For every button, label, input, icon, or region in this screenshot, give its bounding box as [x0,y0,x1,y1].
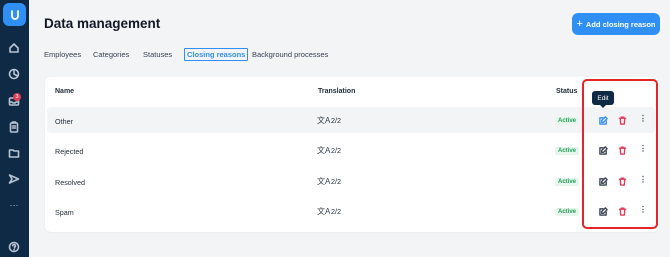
notification-badge: 3 [13,93,21,101]
tab-categories[interactable]: Categories [93,48,129,61]
status-badge: Active [555,117,580,125]
highlight-annotation [582,79,658,229]
tab-background-processes[interactable]: Background processes [252,48,328,61]
translate-icon: 文A [317,177,331,186]
column-header-name: Name [55,88,75,95]
send-icon[interactable] [7,172,21,186]
row-name: Other [55,117,73,126]
row-translation: 2/2 [331,146,341,155]
table-row[interactable]: Resolved 文A 2/2 Active ⋮ [47,168,655,194]
status-badge: Active [555,147,580,155]
add-button-label: Add closing reason [585,19,656,29]
table-row[interactable]: Other 文A 2/2 Active ⋮ [47,107,655,133]
tab-closing-reasons[interactable]: Closing reasons [184,48,249,61]
table-row[interactable]: Rejected 文A 2/2 Active ⋮ [47,137,655,163]
translate-icon: 文A [317,116,331,125]
status-badge: Active [555,178,580,186]
plus-icon: + [576,17,583,30]
folder-icon[interactable] [7,146,21,160]
logo-icon [10,9,19,20]
add-closing-reason-button[interactable]: + Add closing reason [572,13,660,35]
app-logo[interactable] [3,3,26,26]
row-translation: 2/2 [331,177,341,186]
column-header-translation: Translation [318,88,356,95]
clipboard-icon[interactable] [7,120,21,134]
home-icon[interactable] [7,41,21,55]
row-name: Spam [55,208,74,217]
translate-icon: 文A [317,146,331,155]
translate-icon: 文A [317,207,331,216]
tab-employees[interactable]: Employees [44,48,81,61]
analytics-icon[interactable] [7,67,21,81]
more-icon[interactable]: ··· [7,198,21,212]
table-row[interactable]: Spam 文A 2/2 Active ⋮ [47,198,655,224]
row-name: Resolved [55,178,85,187]
help-icon[interactable] [7,240,21,254]
status-badge: Active [555,208,580,216]
tab-statuses[interactable]: Statuses [143,48,172,61]
column-header-status: Status [556,88,578,95]
sidebar: 3 ··· [0,0,29,257]
row-translation: 2/2 [331,116,341,125]
page-title: Data management [44,16,161,31]
row-translation: 2/2 [331,207,341,216]
row-name: Rejected [55,147,84,156]
